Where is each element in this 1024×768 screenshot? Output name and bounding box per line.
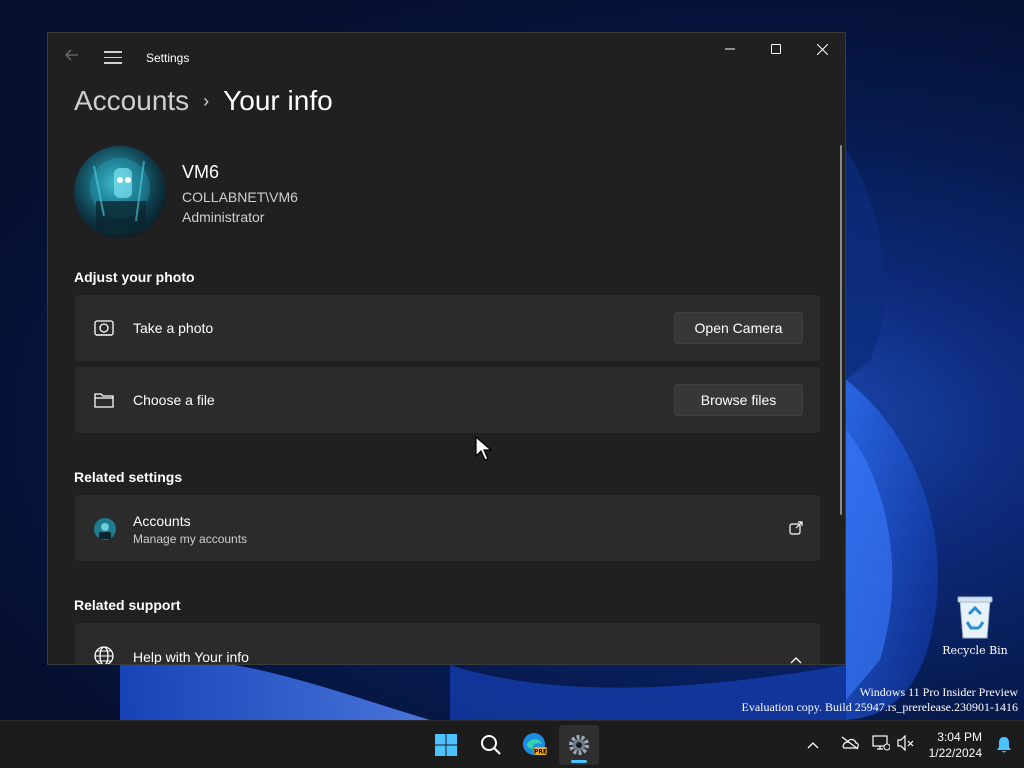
globe-icon bbox=[93, 645, 115, 664]
profile-domain: COLLABNET\VM6 bbox=[182, 189, 298, 205]
related-support-heading: Related support bbox=[74, 597, 181, 613]
svg-text:PRE: PRE bbox=[534, 749, 547, 756]
maximize-button[interactable] bbox=[753, 33, 799, 65]
close-button[interactable] bbox=[799, 33, 845, 65]
evaluation-watermark: Windows 11 Pro Insider Preview Evaluatio… bbox=[742, 685, 1019, 715]
adjust-photo-heading: Adjust your photo bbox=[74, 269, 195, 285]
clock[interactable]: 3:04 PM 1/22/2024 bbox=[929, 729, 982, 761]
window-controls bbox=[707, 33, 845, 65]
page-title: Your info bbox=[223, 85, 333, 116]
search-icon bbox=[481, 735, 501, 755]
scrollbar[interactable] bbox=[840, 145, 842, 515]
maximize-icon bbox=[771, 44, 781, 54]
settings-icon bbox=[569, 735, 589, 755]
navigation-menu-button[interactable] bbox=[104, 47, 122, 67]
onedrive-icon bbox=[841, 736, 859, 749]
minimize-button[interactable] bbox=[707, 33, 753, 65]
bell-icon bbox=[997, 737, 1011, 753]
arrow-left-icon bbox=[65, 49, 78, 61]
recycle-bin-icon bbox=[955, 594, 995, 640]
start-icon bbox=[435, 734, 457, 756]
volume-muted-icon bbox=[897, 734, 914, 751]
notifications-button[interactable] bbox=[996, 736, 1012, 759]
clock-time: 3:04 PM bbox=[937, 730, 982, 744]
taskbar: PRE 3:04 PM 1/22/2024 bbox=[0, 720, 1024, 768]
network-icon bbox=[872, 734, 891, 750]
folder-icon bbox=[93, 389, 115, 411]
settings-taskbar-button[interactable] bbox=[559, 725, 599, 765]
active-app-indicator bbox=[571, 760, 587, 763]
breadcrumb: Accounts › Your info bbox=[74, 81, 333, 121]
close-icon bbox=[816, 43, 828, 55]
breadcrumb-accounts-link[interactable]: Accounts bbox=[74, 85, 189, 117]
breadcrumb-separator: › bbox=[203, 90, 210, 111]
mouse-cursor-icon bbox=[475, 435, 493, 467]
network-button[interactable] bbox=[868, 734, 894, 756]
minimize-icon bbox=[725, 48, 735, 50]
watermark-line-2: Evaluation copy. Build 25947.rs_prerelea… bbox=[741, 700, 1019, 714]
accounts-link-card[interactable]: Accounts Manage my accounts bbox=[75, 495, 820, 561]
accounts-link-sublabel: Manage my accounts bbox=[133, 532, 248, 546]
camera-icon bbox=[93, 317, 115, 339]
external-link-icon bbox=[789, 521, 803, 540]
take-photo-card: Take a photo Open Camera bbox=[75, 295, 820, 361]
open-camera-button[interactable]: Open Camera bbox=[674, 312, 803, 344]
volume-button[interactable] bbox=[894, 734, 918, 756]
recycle-bin-label: Recycle Bin bbox=[942, 644, 1008, 657]
take-photo-label: Take a photo bbox=[133, 320, 214, 336]
accounts-avatar-icon bbox=[93, 517, 116, 540]
profile-role: Administrator bbox=[182, 209, 265, 225]
back-button[interactable] bbox=[62, 47, 82, 67]
clock-date: 1/22/2024 bbox=[928, 746, 982, 760]
choose-file-card: Choose a file Browse files bbox=[75, 367, 820, 433]
edge-beta-icon: PRE bbox=[523, 733, 547, 756]
edge-beta-button[interactable]: PRE bbox=[515, 725, 555, 765]
watermark-line-1: Windows 11 Pro Insider Preview bbox=[859, 685, 1018, 699]
title-bar[interactable]: Settings bbox=[48, 33, 845, 81]
show-hidden-icons-button[interactable] bbox=[802, 736, 824, 754]
profile-name: VM6 bbox=[182, 162, 220, 182]
choose-file-label: Choose a file bbox=[133, 392, 215, 408]
window-title: Settings bbox=[146, 51, 190, 65]
browse-files-button[interactable]: Browse files bbox=[674, 384, 803, 416]
help-with-your-info-card[interactable]: Help with Your info bbox=[75, 623, 820, 665]
start-button[interactable] bbox=[426, 725, 466, 765]
settings-window: Settings Accounts › Your info VM6 COLLAB… bbox=[47, 32, 846, 665]
help-with-your-info-label: Help with Your info bbox=[133, 649, 249, 665]
chevron-up-icon bbox=[807, 742, 819, 749]
chevron-up-icon[interactable] bbox=[790, 651, 802, 664]
related-settings-heading: Related settings bbox=[74, 469, 183, 485]
search-button[interactable] bbox=[471, 725, 511, 765]
profile-info: VM6 COLLABNET\VM6 Administrator bbox=[182, 162, 298, 227]
accounts-link-label: Accounts bbox=[133, 513, 191, 529]
system-tray bbox=[802, 721, 918, 768]
recycle-bin-shortcut[interactable]: Recycle Bin bbox=[940, 594, 1010, 657]
avatar bbox=[74, 146, 166, 238]
onedrive-button[interactable] bbox=[834, 736, 866, 755]
